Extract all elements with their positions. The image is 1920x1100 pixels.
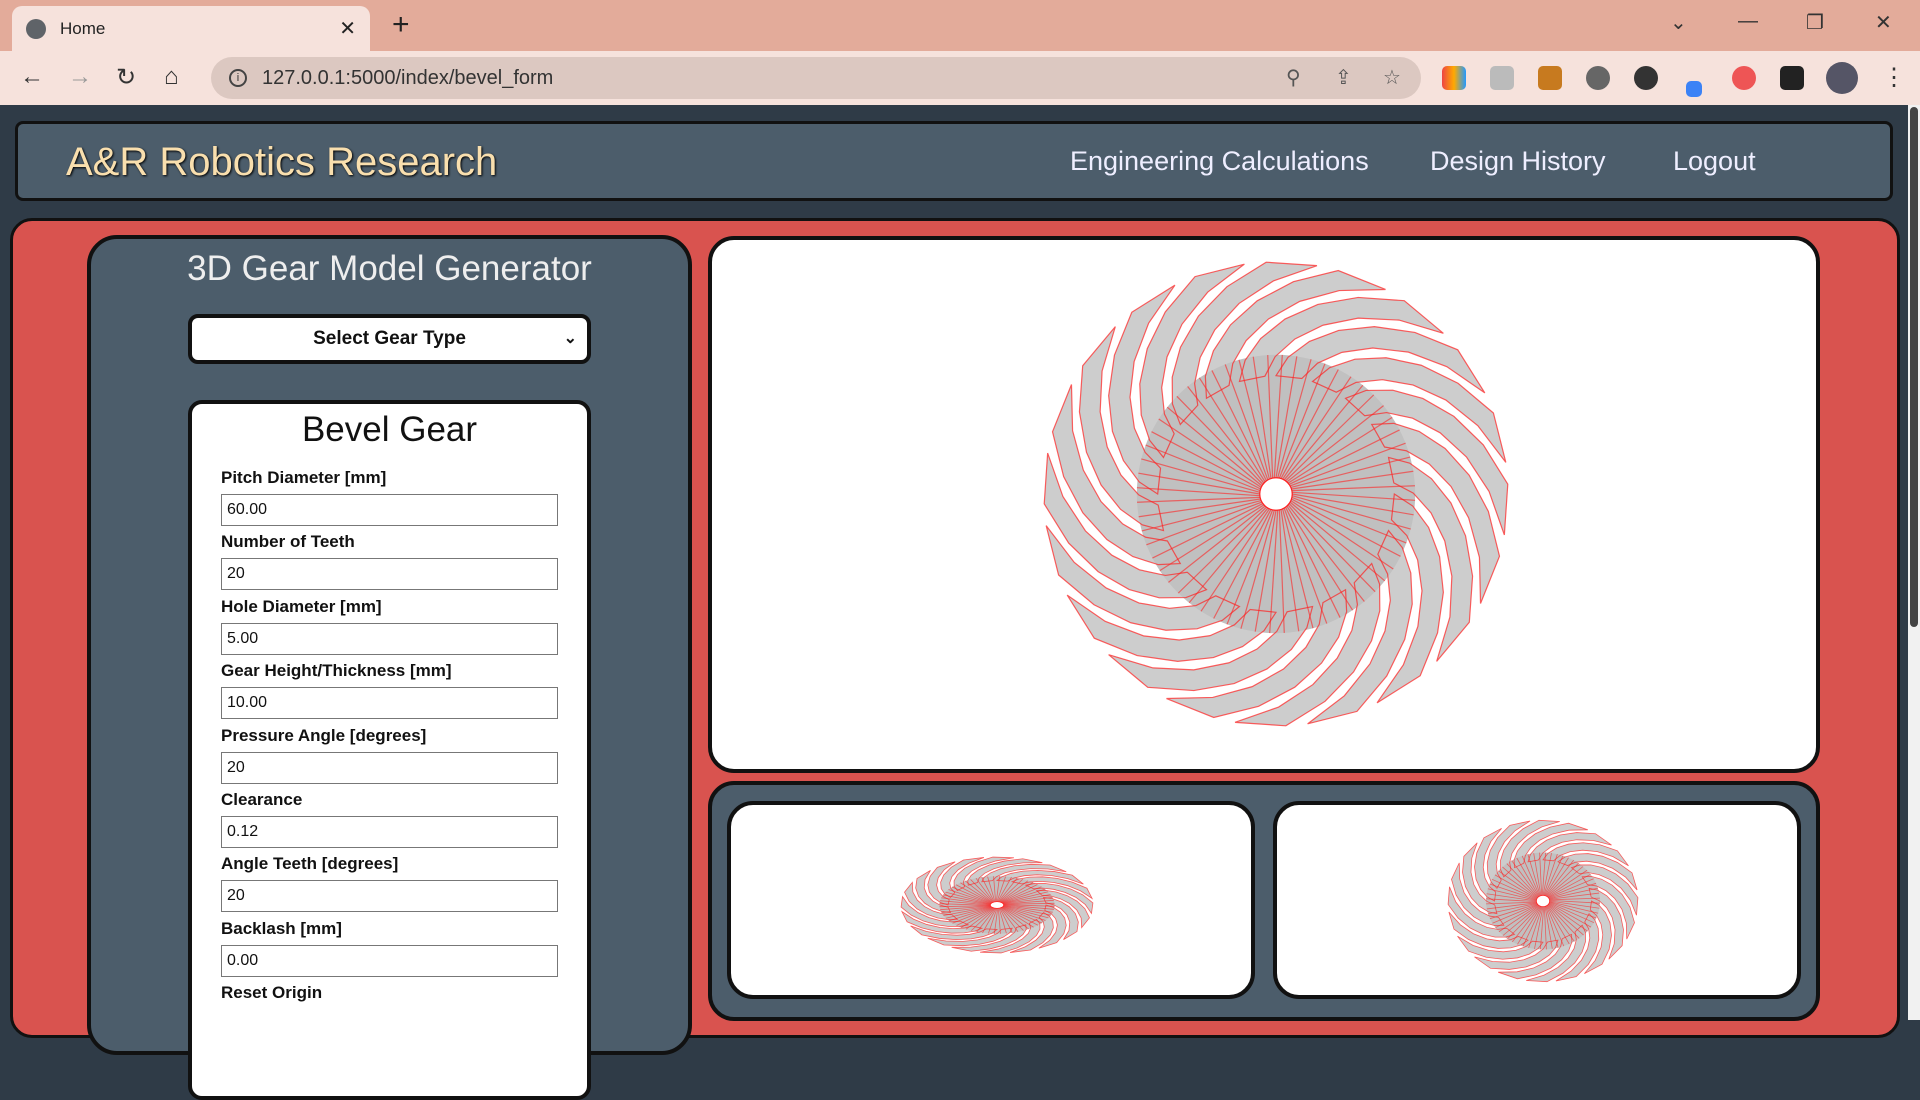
hole-diameter-input[interactable]: 5.00 [221,622,558,655]
generator-panel: 3D Gear Model Generator Select Gear Type… [87,235,692,1100]
clearance-label: Clearance [221,790,303,809]
tab-home[interactable]: Home ✕ [12,6,370,51]
hole-diameter-label: Hole Diameter [mm] [221,596,382,616]
clearance-input[interactable]: 0.12 [221,816,558,848]
gear-model-side-view[interactable] [731,805,1251,995]
pitch-diameter-label: Pitch Diameter [mm] [221,468,387,487]
nav-logout[interactable]: Logout [1673,146,1756,177]
chevron-down-icon: ⌄ [563,330,577,347]
gear-hole [1259,477,1293,511]
extension-icon[interactable] [1732,66,1756,90]
tab-search-icon[interactable]: ⌄ [1670,10,1687,35]
nav-engineering-calculations[interactable]: Engineering Calculations [1070,146,1369,177]
extension-icon[interactable] [1442,66,1466,90]
form-title: Bevel Gear [301,410,478,449]
url-text: 127.0.0.1:5000/index/bevel_form [262,66,554,89]
extension-icon[interactable] [1686,81,1702,97]
browser-toolbar: ← → ↻ ⌂ i 127.0.0.1:5000/index/bevel_for… [0,51,1920,105]
forward-icon[interactable]: → [68,63,92,91]
restore-button[interactable]: ❐ [1806,10,1824,35]
reset-origin-label: Reset Origin [221,983,323,1002]
form-field: Gear Height/Thickness [mm] 10.00 [221,661,558,720]
gear-3d-viewer-main[interactable] [708,236,1820,773]
form-field: Number of Teeth 20 [221,532,558,591]
form-field: Pressure Angle [degrees] 20 [221,726,558,784]
gear-height-input[interactable]: 10.00 [221,687,558,720]
gear-type-select-value: Select Gear Type [313,328,466,349]
gear-type-select[interactable]: Select Gear Type ⌄ [188,314,591,364]
brand-logo[interactable]: A&R Robotics Research [66,140,497,185]
bookmark-star-icon[interactable]: ☆ [1383,65,1401,90]
puzzle-icon[interactable] [1780,66,1804,90]
new-tab-button[interactable]: + [392,8,410,42]
number-of-teeth-label: Number of Teeth [221,532,355,552]
extension-icon[interactable] [1490,66,1514,90]
angle-teeth-label: Angle Teeth [degrees] [221,854,399,874]
pressure-angle-label: Pressure Angle [degrees] [221,725,427,745]
backlash-label: Backlash [mm] [221,918,342,938]
form-field: Pitch Diameter [mm] 60.00 [221,468,558,526]
info-icon[interactable]: i [229,69,247,87]
extension-icon[interactable] [1634,66,1658,90]
tab-bar: Home ✕ + ⌄ — ❐ ✕ [0,0,1920,51]
close-window-button[interactable]: ✕ [1875,10,1892,35]
home-icon[interactable]: ⌂ [164,63,179,91]
gear-height-label: Gear Height/Thickness [mm] [221,661,452,681]
reload-icon[interactable]: ↻ [116,63,136,92]
avatar[interactable] [1826,62,1858,94]
globe-icon [26,18,46,39]
form-field: Reset Origin [221,983,322,1007]
pitch-diameter-input[interactable]: 60.00 [221,494,558,526]
gear-3d-viewer-side[interactable] [727,801,1255,999]
minimize-button[interactable]: — [1738,10,1758,33]
gear-model-angled-view[interactable] [1277,805,1797,995]
scrollbar-thumb[interactable] [1910,107,1918,627]
form-field: Hole Diameter [mm] 5.00 [221,597,558,655]
form-field: Angle Teeth [degrees] 20 [221,854,558,913]
back-icon[interactable]: ← [20,63,44,91]
close-tab-icon[interactable]: ✕ [339,16,356,41]
gear-hole [989,901,1005,909]
share-icon[interactable]: ⇪ [1335,65,1352,90]
form-field: Clearance 0.12 [221,790,558,848]
gear-hole [1535,894,1551,908]
extension-icon[interactable] [1586,66,1610,90]
tab-title: Home [60,18,106,38]
pressure-angle-input[interactable]: 20 [221,751,558,784]
gear-3d-viewer-angle[interactable] [1273,801,1801,999]
address-bar[interactable]: i 127.0.0.1:5000/index/bevel_form ⚲ ⇪ ☆ [211,57,1421,99]
menu-icon[interactable]: ⋮ [1882,63,1906,92]
zoom-icon[interactable]: ⚲ [1286,65,1301,90]
page-scrollbar[interactable] [1908,105,1920,1020]
extension-icon[interactable] [1538,66,1562,90]
gear-model-top-view[interactable] [712,240,1816,769]
site-navbar: A&R Robotics Research Engineering Calcul… [15,121,1893,201]
nav-design-history[interactable]: Design History [1430,146,1606,177]
backlash-input[interactable]: 0.00 [221,944,558,977]
angle-teeth-input[interactable]: 20 [221,880,558,913]
generator-title: 3D Gear Model Generator [187,249,592,288]
form-field: Backlash [mm] 0.00 [221,919,558,977]
number-of-teeth-input[interactable]: 20 [221,558,558,591]
bevel-gear-form: Bevel Gear Pitch Diameter [mm] 60.00 Numb… [188,400,591,1100]
